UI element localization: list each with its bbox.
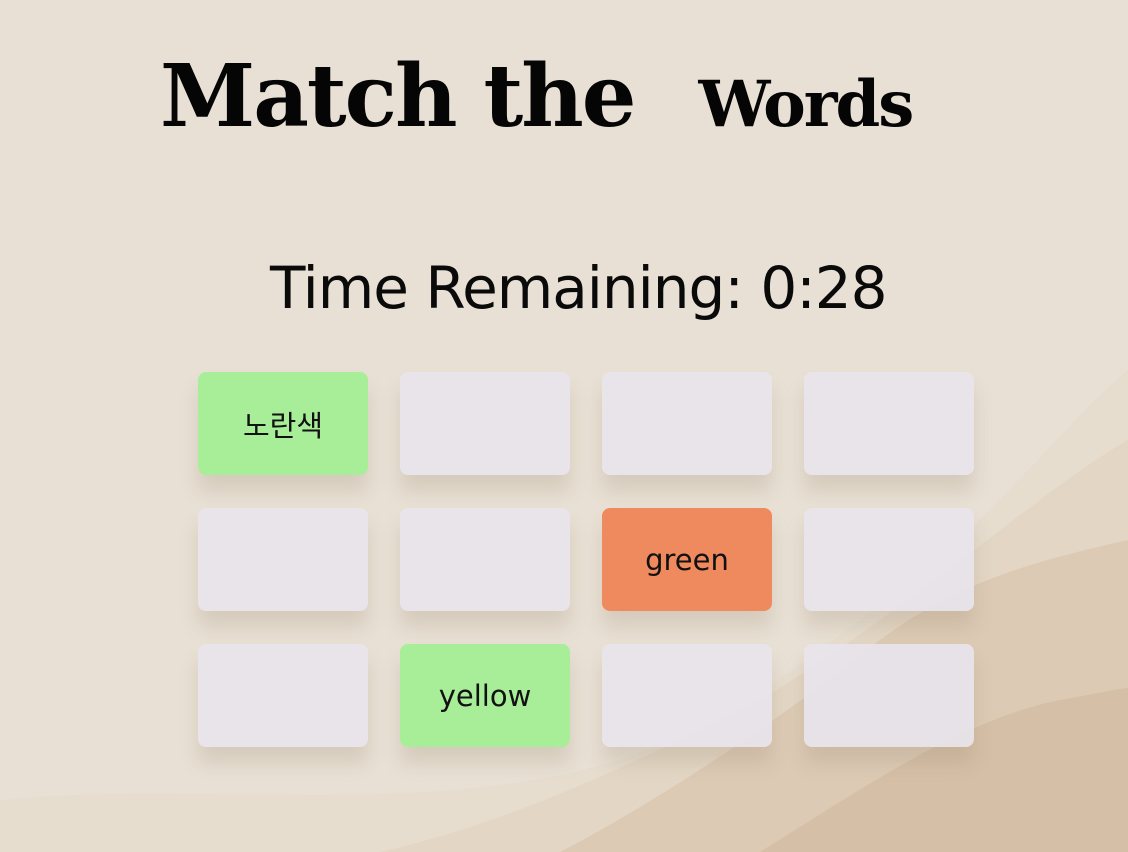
card-r2-c4[interactable] xyxy=(804,508,974,611)
time-remaining: Time Remaining: 0:28 xyxy=(270,254,888,322)
card-r2-c2[interactable] xyxy=(400,508,570,611)
card-r1-c3[interactable] xyxy=(602,372,772,475)
page-title: Match the Words xyxy=(160,46,914,147)
card-r1-c2[interactable] xyxy=(400,372,570,475)
card-r2-c1[interactable] xyxy=(198,508,368,611)
card-r3-c3[interactable] xyxy=(602,644,772,747)
card-r3-c2[interactable]: yellow xyxy=(400,644,570,747)
title-part-1: Match the xyxy=(160,46,636,147)
card-r2-c3[interactable]: green xyxy=(602,508,772,611)
card-r3-c4[interactable] xyxy=(804,644,974,747)
card-r1-c1[interactable]: 노란색 xyxy=(198,372,368,475)
title-part-2: Words xyxy=(698,67,914,142)
card-r3-c1[interactable] xyxy=(198,644,368,747)
card-r1-c4[interactable] xyxy=(804,372,974,475)
